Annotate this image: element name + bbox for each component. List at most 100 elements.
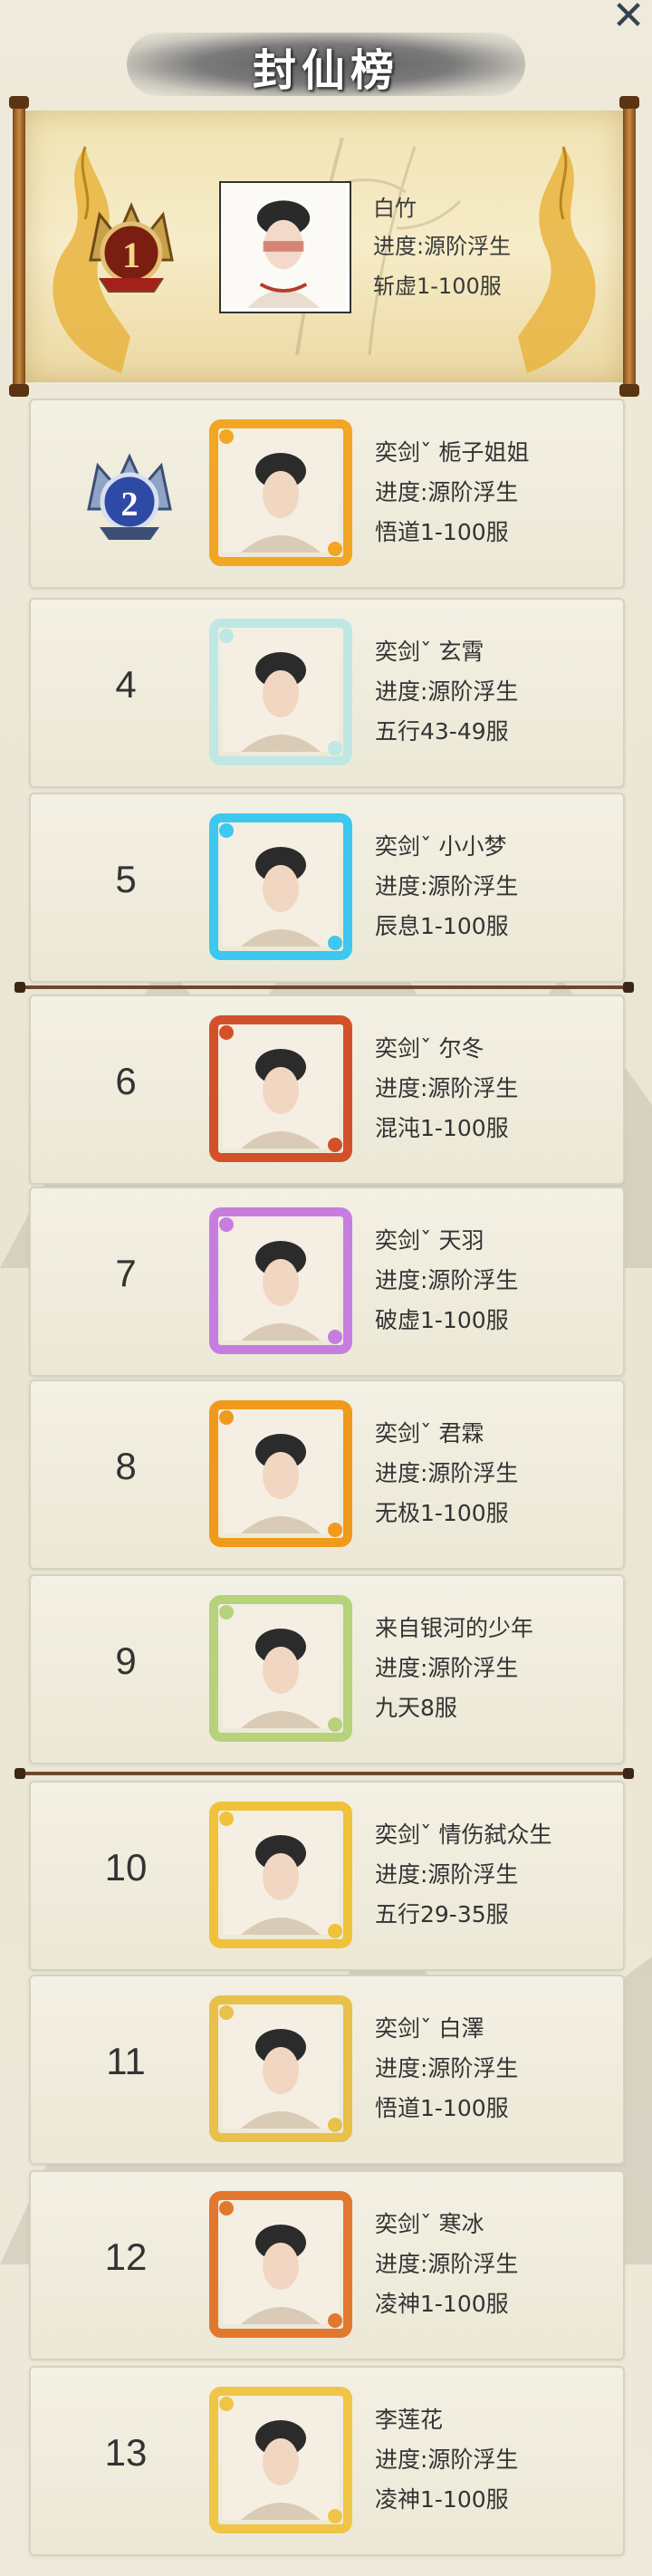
phoenix-right-icon — [518, 146, 596, 373]
player-server: 凌神1-100服 — [375, 2291, 509, 2317]
ranking-row[interactable]: 13 李莲花 进度:源阶浮生 凌神1-100服 — [29, 2366, 625, 2556]
player-name: 奕剑ˇ 天羽 — [375, 1227, 484, 1254]
player-progress: 进度:源阶浮生 — [375, 2446, 519, 2473]
avatar-frame-icon — [209, 1802, 352, 1948]
player-progress: 进度:源阶浮生 — [375, 678, 519, 705]
player-server: 无极1-100服 — [375, 1500, 509, 1526]
player-progress: 进度:源阶浮生 — [375, 1655, 519, 1681]
top-player-progress: 进度:源阶浮生 — [373, 234, 512, 259]
rank-number: 7 — [115, 1252, 137, 1294]
player-info: 奕剑ˇ 情伤弑众生 进度:源阶浮生 五行29-35服 — [375, 1815, 551, 1935]
player-info: 来自银河的少年 进度:源阶浮生 九天8服 — [375, 1609, 533, 1728]
player-avatar[interactable] — [208, 2386, 353, 2534]
top-player-avatar[interactable] — [219, 181, 351, 313]
player-server: 破虚1-100服 — [375, 1307, 509, 1333]
avatar-frame-icon — [209, 2191, 352, 2338]
rank-number: 13 — [104, 2431, 148, 2474]
rank-1-number: 1 — [122, 235, 140, 275]
player-avatar[interactable] — [208, 2190, 353, 2339]
player-name: 奕剑ˇ 寒冰 — [375, 2211, 484, 2237]
ranking-row[interactable]: 11 奕剑ˇ 白澤 进度:源阶浮生 悟道1-100服 — [29, 1975, 625, 2165]
player-progress: 进度:源阶浮生 — [375, 1861, 519, 1888]
rank-number: 5 — [115, 858, 137, 900]
player-info: 奕剑ˇ 栀子姐姐 进度:源阶浮生 悟道1-100服 — [375, 433, 529, 553]
player-info: 奕剑ˇ 小小梦 进度:源阶浮生 辰息1-100服 — [375, 827, 518, 947]
page-title: 封仙榜 — [252, 45, 399, 96]
player-server: 混沌1-100服 — [375, 1115, 509, 1141]
player-progress: 进度:源阶浮生 — [375, 873, 519, 899]
player-name: 奕剑ˇ 尔冬 — [375, 1035, 484, 1062]
ranking-row[interactable]: 9 来自银河的少年 进度:源阶浮生 九天8服 — [29, 1574, 625, 1764]
player-avatar[interactable] — [208, 418, 353, 567]
rank-number: 12 — [104, 2235, 148, 2278]
player-info: 奕剑ˇ 君霖 进度:源阶浮生 无极1-100服 — [375, 1414, 518, 1533]
rank-number: 8 — [115, 1445, 137, 1487]
player-progress: 进度:源阶浮生 — [375, 1267, 519, 1293]
rank-1-crown-badge-icon: 1 — [89, 202, 174, 293]
player-name: 奕剑ˇ 栀子姐姐 — [375, 439, 530, 466]
player-avatar[interactable] — [208, 1014, 353, 1163]
player-server: 九天8服 — [375, 1695, 457, 1721]
player-avatar[interactable] — [208, 1801, 353, 1949]
top-rank-scroll: 1 白竹 进度:源阶浮生 斩虚1-100服 — [9, 96, 639, 397]
player-name: 奕剑ˇ 情伤弑众生 — [375, 1821, 552, 1848]
player-info: 李莲花 进度:源阶浮生 凌神1-100服 — [375, 2400, 518, 2520]
rank-number: 11 — [106, 2040, 146, 2082]
rank-number: 4 — [115, 663, 137, 706]
close-icon[interactable]: ✕ — [610, 0, 647, 36]
ranking-row[interactable]: 7 奕剑ˇ 天羽 进度:源阶浮生 破虚1-100服 — [29, 1187, 625, 1377]
player-info: 奕剑ˇ 天羽 进度:源阶浮生 破虚1-100服 — [375, 1221, 518, 1341]
player-server: 五行43-49服 — [375, 718, 509, 745]
rank-2-crown-badge-icon: 2 — [87, 453, 172, 540]
player-progress: 进度:源阶浮生 — [375, 2251, 519, 2277]
rank-number: 10 — [104, 1846, 148, 1889]
top-player-name: 白竹 — [373, 196, 417, 221]
player-info: 奕剑ˇ 白澤 进度:源阶浮生 悟道1-100服 — [375, 2009, 518, 2129]
player-name: 来自银河的少年 — [375, 1615, 534, 1641]
player-progress: 进度:源阶浮生 — [375, 2055, 519, 2081]
player-name: 奕剑ˇ 白澤 — [375, 2015, 484, 2042]
ranking-row[interactable]: 10 奕剑ˇ 情伤弑众生 进度:源阶浮生 五行29-35服 — [29, 1781, 625, 1971]
avatar-frame-icon — [209, 813, 352, 960]
player-server: 五行29-35服 — [375, 1901, 509, 1927]
player-avatar[interactable] — [208, 618, 353, 766]
scroll-divider — [14, 982, 634, 993]
rank-number: 6 — [115, 1060, 137, 1102]
scroll-rod-right — [619, 96, 639, 397]
player-server: 悟道1-100服 — [375, 2095, 509, 2121]
scroll-rod-left — [9, 96, 29, 397]
ranking-row[interactable]: 5 奕剑ˇ 小小梦 进度:源阶浮生 辰息1-100服 — [29, 793, 625, 983]
avatar-frame-icon — [209, 1995, 352, 2142]
player-server: 辰息1-100服 — [375, 913, 509, 939]
avatar-frame-icon — [209, 1400, 352, 1547]
player-server: 凌神1-100服 — [375, 2486, 509, 2513]
player-name: 奕剑ˇ 小小梦 — [375, 833, 507, 860]
rank-number: 9 — [115, 1639, 137, 1682]
ranking-row[interactable]: 4 奕剑ˇ 玄霄 进度:源阶浮生 五行43-49服 — [29, 598, 625, 788]
avatar-frame-icon — [209, 1207, 352, 1354]
ranking-row[interactable]: 2 奕剑ˇ 栀子姐姐 进度:源阶浮生 悟道1-100服 — [29, 399, 625, 589]
player-avatar[interactable] — [208, 812, 353, 961]
player-avatar[interactable] — [208, 1399, 353, 1548]
ranking-row[interactable]: 8 奕剑ˇ 君霖 进度:源阶浮生 无极1-100服 — [29, 1379, 625, 1570]
rank-number: 2 — [121, 485, 139, 524]
avatar-frame-icon — [209, 1015, 352, 1162]
player-avatar[interactable] — [208, 1206, 353, 1355]
player-info: 奕剑ˇ 尔冬 进度:源阶浮生 混沌1-100服 — [375, 1029, 518, 1149]
top-player-server: 斩虚1-100服 — [373, 274, 502, 299]
player-progress: 进度:源阶浮生 — [375, 1460, 519, 1486]
player-name: 奕剑ˇ 玄霄 — [375, 639, 484, 665]
avatar-frame-icon — [209, 2387, 352, 2533]
avatar-frame-icon — [209, 619, 352, 765]
player-progress: 进度:源阶浮生 — [375, 1075, 519, 1101]
player-name: 奕剑ˇ 君霖 — [375, 1420, 484, 1447]
player-avatar[interactable] — [208, 1594, 353, 1743]
player-progress: 进度:源阶浮生 — [375, 479, 519, 505]
ranking-row[interactable]: 12 奕剑ˇ 寒冰 进度:源阶浮生 凌神1-100服 — [29, 2170, 625, 2360]
player-info: 奕剑ˇ 寒冰 进度:源阶浮生 凌神1-100服 — [375, 2205, 518, 2324]
ranking-row[interactable]: 6 奕剑ˇ 尔冬 进度:源阶浮生 混沌1-100服 — [29, 995, 625, 1185]
avatar-frame-icon — [209, 419, 352, 566]
portrait-icon — [221, 183, 346, 308]
player-server: 悟道1-100服 — [375, 519, 509, 545]
player-avatar[interactable] — [208, 1994, 353, 2143]
